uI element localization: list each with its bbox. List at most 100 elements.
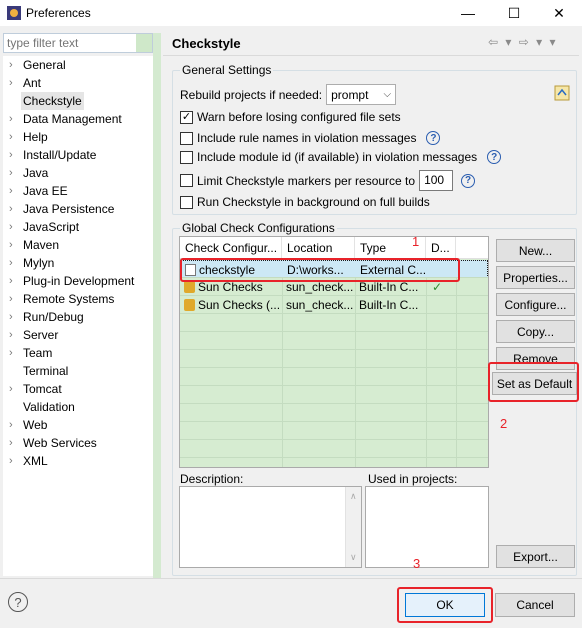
copy-button[interactable]: Copy... <box>496 320 575 343</box>
tree-item[interactable]: › Web <box>3 416 153 434</box>
chevron-down-icon: ⌵ <box>383 89 392 100</box>
column-header[interactable]: Check Configur... <box>180 237 282 259</box>
chevron-right-icon[interactable]: › <box>9 74 13 92</box>
help-icon[interactable]: ? <box>461 173 476 188</box>
tree-item[interactable]: › Web Services <box>3 434 153 452</box>
chevron-right-icon[interactable]: › <box>9 380 13 398</box>
table-cell: Sun Checks (... <box>180 296 282 314</box>
chevron-right-icon[interactable]: › <box>9 290 13 308</box>
chevron-right-icon[interactable]: › <box>9 344 13 362</box>
limit-input[interactable]: 100 <box>419 170 454 191</box>
table-cell: Built-In C... <box>355 296 426 314</box>
cell-text: Built-In C... <box>359 280 419 294</box>
background-row[interactable]: Run Checkstyle in background on full bui… <box>180 195 430 209</box>
description-scrollbar[interactable]: ∧ ∨ <box>345 487 361 567</box>
table-cell <box>426 296 456 314</box>
chevron-right-icon[interactable]: › <box>9 146 13 164</box>
close-button[interactable]: ✕ <box>536 0 582 26</box>
help-icon[interactable]: ? <box>426 131 441 145</box>
configure-button[interactable]: Configure... <box>496 293 575 316</box>
limit-label: Limit Checkstyle markers per resource to <box>197 173 416 188</box>
tree-item[interactable]: › Tomcat <box>3 380 153 398</box>
tree-item[interactable]: › General <box>3 56 153 74</box>
chevron-right-icon[interactable]: › <box>9 434 13 452</box>
tree-item[interactable]: Checkstyle <box>3 92 153 110</box>
background-checkbox[interactable] <box>180 195 193 209</box>
tree-item[interactable]: Terminal <box>3 362 153 380</box>
tree-item-label: Java <box>23 166 49 180</box>
cell-text <box>430 298 432 312</box>
tree-item[interactable]: › Server <box>3 326 153 344</box>
tree-item[interactable]: › JavaScript <box>3 218 153 236</box>
title-bar: Preferences — ☐ ✕ <box>0 0 582 26</box>
tree-item-label: Ant <box>23 76 42 90</box>
filter-field[interactable] <box>3 33 153 53</box>
chevron-right-icon[interactable]: › <box>9 128 13 146</box>
table-row[interactable]: Sun Checks (... sun_check... Built-In C... <box>180 296 488 314</box>
cancel-button[interactable]: Cancel <box>495 593 575 617</box>
splitter-sash[interactable] <box>153 33 161 578</box>
column-header[interactable]: D... <box>426 237 456 259</box>
tree-item[interactable]: › Install/Update <box>3 146 153 164</box>
chevron-right-icon[interactable]: › <box>9 272 13 290</box>
help-icon[interactable]: ? <box>8 592 28 612</box>
maximize-button[interactable]: ☐ <box>491 0 537 26</box>
tree-item[interactable]: › Run/Debug <box>3 308 153 326</box>
annotation-box-3 <box>397 587 493 623</box>
chevron-right-icon[interactable]: › <box>9 452 13 470</box>
chevron-right-icon[interactable]: › <box>9 164 13 182</box>
table-cell: sun_check... <box>282 296 355 314</box>
export-button[interactable]: Export... <box>496 545 575 568</box>
chevron-right-icon[interactable]: › <box>9 326 13 344</box>
tree-item[interactable]: Validation <box>3 398 153 416</box>
chevron-right-icon[interactable]: › <box>9 56 13 74</box>
scroll-down-icon[interactable]: ∨ <box>350 552 357 563</box>
chevron-right-icon[interactable]: › <box>9 254 13 272</box>
tree-item[interactable]: › Java Persistence <box>3 200 153 218</box>
chevron-right-icon[interactable]: › <box>9 236 13 254</box>
description-label: Description: <box>180 472 244 486</box>
tree-item[interactable]: › Help <box>3 128 153 146</box>
page-title: Checkstyle <box>172 36 241 51</box>
chevron-right-icon[interactable]: › <box>9 200 13 218</box>
warn-row[interactable]: ✓ Warn before losing configured file set… <box>180 110 401 124</box>
tree-item[interactable]: › Team <box>3 344 153 362</box>
chevron-right-icon[interactable]: › <box>9 110 13 128</box>
tree-item[interactable]: › Maven <box>3 236 153 254</box>
used-in-projects-list[interactable] <box>365 486 489 568</box>
tree-item[interactable]: › Data Management <box>3 110 153 128</box>
properties-button[interactable]: Properties... <box>496 266 575 289</box>
include-module-checkbox[interactable] <box>180 150 193 164</box>
cell-text: Built-In C... <box>359 298 419 312</box>
chevron-right-icon[interactable]: › <box>9 308 13 326</box>
tree-item[interactable]: › Java EE <box>3 182 153 200</box>
refresh-config-icon[interactable] <box>554 85 570 101</box>
include-rule-checkbox[interactable] <box>180 131 193 145</box>
limit-row[interactable]: Limit Checkstyle markers per resource to… <box>180 170 476 191</box>
tree-item[interactable]: › Plug-in Development <box>3 272 153 290</box>
minimize-button[interactable]: — <box>445 0 491 26</box>
include-rule-row[interactable]: Include rule names in violation messages… <box>180 131 441 145</box>
column-header[interactable]: Location <box>282 237 355 259</box>
tree-item[interactable]: › Ant <box>3 74 153 92</box>
rebuild-combo[interactable]: prompt ⌵ <box>326 84 397 105</box>
tree-item-label: Run/Debug <box>23 310 84 324</box>
history-nav-arrows[interactable]: ⇦ ▾ ⇨ ▾ ▾ <box>488 35 558 49</box>
filter-clear-button[interactable] <box>136 34 152 52</box>
new-button[interactable]: New... <box>496 239 575 262</box>
tree-item[interactable]: › Remote Systems <box>3 290 153 308</box>
warn-checkbox[interactable]: ✓ <box>180 110 193 124</box>
preference-tree[interactable]: › General › Ant Checkstyle › Data Management › H… <box>3 56 153 576</box>
tree-item[interactable]: › Java <box>3 164 153 182</box>
limit-checkbox[interactable] <box>180 174 193 187</box>
chevron-right-icon[interactable]: › <box>9 182 13 200</box>
tree-item[interactable]: › Mylyn <box>3 254 153 272</box>
description-text[interactable]: ∧ ∨ <box>179 486 362 568</box>
include-module-row[interactable]: Include module id (if available) in viol… <box>180 150 502 164</box>
help-icon[interactable]: ? <box>487 150 502 164</box>
tree-item[interactable]: › XML <box>3 452 153 470</box>
filter-input[interactable] <box>4 34 134 52</box>
scroll-up-icon[interactable]: ∧ <box>350 491 357 502</box>
chevron-right-icon[interactable]: › <box>9 218 13 236</box>
chevron-right-icon[interactable]: › <box>9 416 13 434</box>
